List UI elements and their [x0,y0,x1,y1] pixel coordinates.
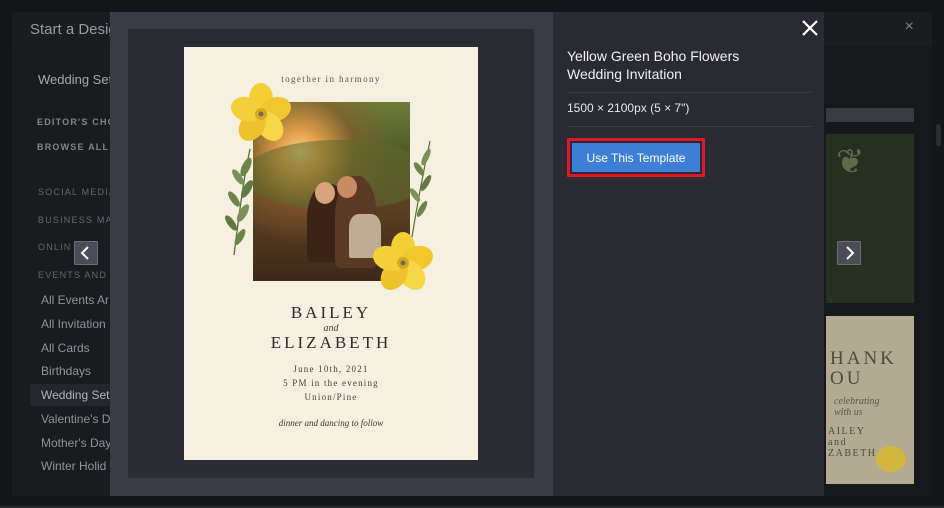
card-text: OU [830,368,864,389]
sidebar-section-online: ONLIN [38,242,72,252]
flower-icon [876,446,906,472]
chevron-left-icon [80,246,89,260]
card-text: celebrating with us [834,396,880,418]
leaf-branch-icon [409,140,432,238]
next-template-button[interactable] [837,241,861,265]
app-title: Start a Desig [30,21,117,38]
divider [567,92,811,93]
background-toolbar [826,108,914,122]
previous-template-button[interactable] [74,241,98,265]
app-close-icon[interactable]: × [905,18,914,36]
sidebar-section-events: EVENTS AND C [38,270,119,280]
invitation-date: June 10th, 2021 [293,364,369,374]
sidebar-item-all-invitations[interactable]: All Invitation [41,317,106,331]
card-text: HANK [830,348,897,369]
sprig-icon: ❦ [836,143,865,181]
close-icon[interactable] [798,16,822,40]
sidebar-item-winter-holidays[interactable]: Winter Holid [41,459,106,473]
yellow-flower-icon [231,83,291,141]
template-title: Yellow Green Boho Flowers Wedding Invita… [567,48,740,82]
invitation-place: Union/Pine [304,392,358,402]
background-template-card[interactable]: ❦ [826,134,914,303]
sidebar-item-birthdays[interactable]: Birthdays [41,364,91,378]
use-template-highlight: Use This Template [567,138,705,177]
scrollbar[interactable] [936,124,941,146]
sidebar-section-business: BUSINESS MAR [38,215,121,225]
use-this-template-button[interactable]: Use This Template [572,143,700,172]
invitation-name-2: ELIZABETH [270,333,392,352]
sidebar-item-valentines[interactable]: Valentine's D [41,412,110,426]
sidebar-section-social: SOCIAL MEDIA [38,187,117,197]
sidebar-header[interactable]: Wedding Set [38,72,112,87]
invitation-footer: dinner and dancing to follow [278,418,384,428]
sidebar-editors-choice[interactable]: EDITOR'S CHOI [37,117,120,127]
invitation-time: 5 PM in the evening [283,378,379,388]
sidebar-item-all-cards[interactable]: All Cards [41,341,90,355]
template-info-pane: Yellow Green Boho Flowers Wedding Invita… [553,12,824,496]
template-dimensions: 1500 × 2100px (5 × 7") [567,101,690,115]
sidebar-item-mothers-day[interactable]: Mother's Day [41,436,111,450]
sidebar-item-all-events[interactable]: All Events Ar [41,293,109,307]
card-text: AILEY and ZABETH [828,426,877,459]
invitation-name-1: BAILEY [290,303,372,322]
background-template-card[interactable]: HANK OU celebrating with us AILEY and ZA… [826,316,914,484]
chevron-right-icon [846,246,855,260]
invitation-preview: together in harmony BAILEY and ELIZABETH… [184,47,478,460]
yellow-flower-icon [373,232,433,290]
sidebar-browse-all[interactable]: BROWSE ALL T [37,142,119,152]
divider [567,126,811,127]
